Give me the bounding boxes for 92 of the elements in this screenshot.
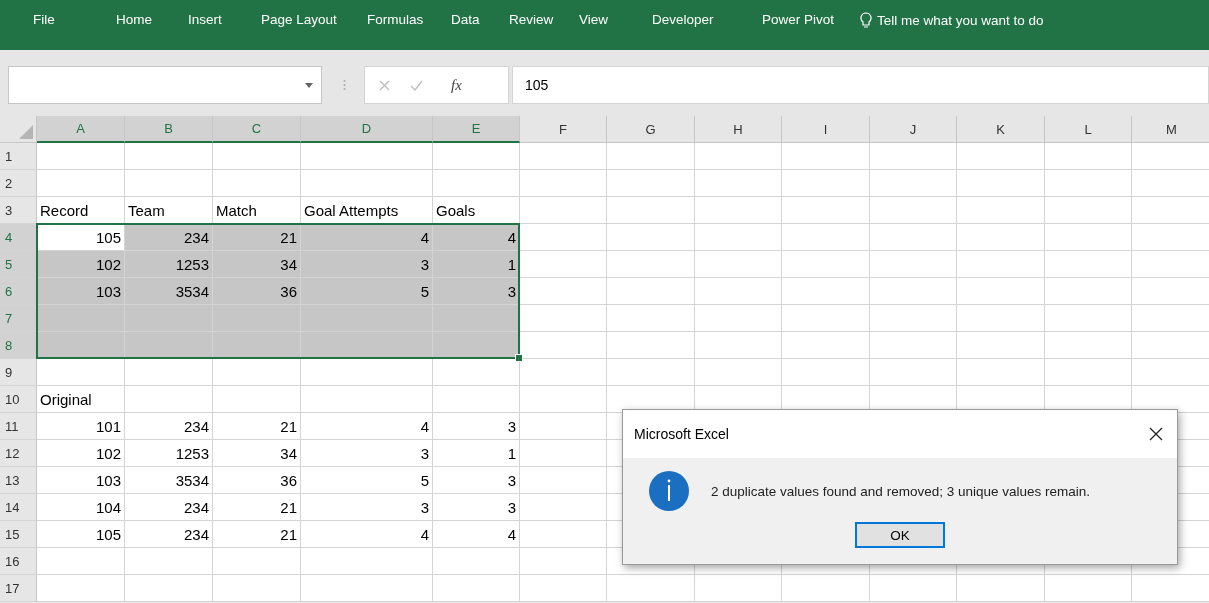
table-cell: Goal Attempts [301, 197, 433, 224]
table-cell: 105 [37, 521, 125, 548]
table-cell: Team [125, 197, 213, 224]
ribbon-tab[interactable]: Home [116, 12, 188, 27]
row-header[interactable]: 1 [0, 143, 37, 170]
column-header[interactable]: L [1045, 116, 1132, 143]
column-header[interactable]: G [607, 116, 695, 143]
table-cell: Match [213, 197, 301, 224]
table-cell: 234 [125, 521, 213, 548]
table-cell: 21 [213, 494, 301, 521]
ribbon-tab[interactable]: File [33, 12, 116, 27]
table-cell: 4 [301, 413, 433, 440]
ribbon-tab[interactable]: Power Pivot [762, 12, 860, 27]
table-cell: 36 [213, 467, 301, 494]
row-header[interactable]: 3 [0, 197, 37, 224]
table-cell: 3534 [125, 278, 213, 305]
table-cell: 103 [37, 278, 125, 305]
column-header[interactable]: M [1132, 116, 1209, 143]
table-cell: 3 [433, 467, 520, 494]
ribbon-tab[interactable]: Developer [652, 12, 762, 27]
table-cell: 3 [301, 251, 433, 278]
table-cell: 102 [37, 251, 125, 278]
table-cell: 36 [213, 278, 301, 305]
row-header[interactable]: 11 [0, 413, 37, 440]
row-header[interactable]: 8 [0, 332, 37, 359]
row-header[interactable]: 9 [0, 359, 37, 386]
table-cell: 3534 [125, 467, 213, 494]
table-cell: 234 [125, 224, 213, 251]
row-header[interactable]: 15 [0, 521, 37, 548]
table-cell: 21 [213, 521, 301, 548]
column-header[interactable]: C [213, 116, 301, 143]
row-header[interactable]: 7 [0, 305, 37, 332]
table-cell: 103 [37, 467, 125, 494]
row-header[interactable]: 2 [0, 170, 37, 197]
table-cell: 105 [37, 224, 125, 251]
ribbon-tab[interactable]: Insert [188, 12, 261, 27]
insert-function-button[interactable]: fx [451, 76, 462, 94]
column-header[interactable]: I [782, 116, 870, 143]
ribbon-tab[interactable]: Review [509, 12, 579, 27]
table-cell: Record [37, 197, 125, 224]
table-cell: 4 [301, 224, 433, 251]
column-header[interactable]: A [37, 116, 125, 143]
row-header[interactable]: 4 [0, 224, 37, 251]
row-header[interactable]: 6 [0, 278, 37, 305]
table-cell: 101 [37, 413, 125, 440]
column-header[interactable]: B [125, 116, 213, 143]
table-cell: 3 [301, 494, 433, 521]
table-cell: 4 [433, 521, 520, 548]
column-header[interactable]: H [695, 116, 782, 143]
table-cell: 104 [37, 494, 125, 521]
column-header[interactable]: K [957, 116, 1045, 143]
row-header[interactable]: 12 [0, 440, 37, 467]
table-cell: 3 [433, 413, 520, 440]
table-cell: 3 [433, 278, 520, 305]
table-cell: 5 [301, 467, 433, 494]
dialog-message: 2 duplicate values found and removed; 3 unique values remain. [711, 483, 1090, 499]
table-cell: 5 [301, 278, 433, 305]
table-cell: 34 [213, 440, 301, 467]
row-header[interactable]: 17 [0, 575, 37, 602]
ribbon-tab[interactable]: View [579, 12, 652, 27]
table-cell: 234 [125, 494, 213, 521]
ok-button[interactable]: OK [855, 522, 945, 548]
ribbon-tab[interactable]: Data [451, 12, 509, 27]
table-cell: 4 [301, 521, 433, 548]
table-cell: 34 [213, 251, 301, 278]
table-cell: 1 [433, 251, 520, 278]
ribbon-tab[interactable]: Formulas [367, 12, 451, 27]
table-cell: 21 [213, 224, 301, 251]
column-header[interactable]: F [520, 116, 607, 143]
tell-me-search[interactable]: Tell me what you want to do [860, 12, 1044, 28]
row-header[interactable]: 5 [0, 251, 37, 278]
table-cell: 21 [213, 413, 301, 440]
row-header[interactable]: 10 [0, 386, 37, 413]
dialog-title: Microsoft Excel [634, 426, 729, 442]
table-cell: 3 [301, 440, 433, 467]
row-header[interactable]: 13 [0, 467, 37, 494]
table-cell: Goals [433, 197, 520, 224]
column-header[interactable]: D [301, 116, 433, 143]
table-cell: 234 [125, 413, 213, 440]
table-cell: 102 [37, 440, 125, 467]
formula-input[interactable]: 105 [512, 66, 1209, 104]
table-cell: 4 [433, 224, 520, 251]
column-header[interactable]: J [870, 116, 957, 143]
table-cell: 1253 [125, 440, 213, 467]
table-cell: 3 [433, 494, 520, 521]
table-cell: 1 [433, 440, 520, 467]
table-cell: Original [37, 386, 125, 413]
row-header[interactable]: 16 [0, 548, 37, 575]
ribbon-tab[interactable]: Page Layout [261, 12, 367, 27]
column-header[interactable]: E [433, 116, 520, 143]
row-header[interactable]: 14 [0, 494, 37, 521]
table-cell: 1253 [125, 251, 213, 278]
